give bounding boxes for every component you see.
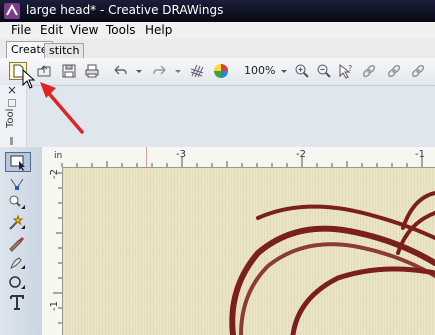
window-title: large head* - Creative DRAWings xyxy=(26,3,224,17)
magic-wand-icon[interactable] xyxy=(7,214,29,232)
design-canvas[interactable] xyxy=(63,168,435,335)
dock-grip-bottom[interactable] xyxy=(10,137,13,145)
undo-dropdown-icon[interactable] xyxy=(135,63,143,79)
tool-panel-caption: Tool xyxy=(5,108,16,128)
brush-tool-icon[interactable] xyxy=(7,254,29,272)
help-icon[interactable]: ? xyxy=(338,63,354,79)
vertical-ruler: -2 -1 xyxy=(42,167,63,335)
menu-tools[interactable]: Tools xyxy=(106,23,136,37)
pen-tool-icon[interactable] xyxy=(7,234,29,252)
link-icon[interactable] xyxy=(361,63,377,79)
redo-icon[interactable] xyxy=(152,63,168,79)
ruler-ticks-vertical xyxy=(53,172,62,324)
menu-view[interactable]: View xyxy=(70,23,98,37)
ruler-ticks xyxy=(61,157,423,167)
redo-dropdown-icon[interactable] xyxy=(174,63,182,79)
zoom-in-icon[interactable] xyxy=(294,63,310,79)
embroidery-stitches xyxy=(229,191,435,335)
zoom-tool-icon[interactable] xyxy=(7,194,29,212)
open-file-icon[interactable] xyxy=(36,63,52,79)
dock-close-button[interactable]: × xyxy=(7,83,17,97)
zoom-out-icon[interactable] xyxy=(316,63,332,79)
node-edit-icon[interactable] xyxy=(7,176,29,194)
horizontal-ruler: in -3 -2 -1 xyxy=(42,147,435,168)
mode-tabs: Create stitch xyxy=(0,39,435,59)
dock-grip[interactable] xyxy=(8,99,16,107)
select-tool-icon[interactable] xyxy=(5,152,31,172)
toolbox xyxy=(0,147,43,335)
color-wheel-icon[interactable] xyxy=(213,63,229,79)
zoom-level[interactable]: 100% xyxy=(244,64,275,77)
print-icon[interactable] xyxy=(84,63,100,79)
undo-icon[interactable] xyxy=(112,63,128,79)
annotation-arrow-icon xyxy=(40,82,84,134)
tab-stitch[interactable]: stitch xyxy=(44,43,85,58)
mouse-cursor-icon xyxy=(22,69,36,89)
menu-file[interactable]: File xyxy=(11,23,31,37)
title-bar: large head* - Creative DRAWings xyxy=(0,0,435,22)
thread-palette-icon[interactable] xyxy=(189,63,205,79)
menu-help[interactable]: Help xyxy=(145,23,172,37)
menu-edit[interactable]: Edit xyxy=(40,23,63,37)
text-tool-icon[interactable] xyxy=(7,293,29,311)
app-icon xyxy=(4,3,20,19)
save-icon[interactable] xyxy=(61,63,77,79)
svg-text:?: ? xyxy=(348,64,352,73)
zoom-dropdown-icon[interactable] xyxy=(280,63,288,79)
menu-bar: File Edit View Tools Help xyxy=(0,22,435,40)
ellipse-tool-icon[interactable] xyxy=(7,274,29,292)
unlink-icon[interactable] xyxy=(386,63,402,79)
chain-icon[interactable] xyxy=(410,63,426,79)
